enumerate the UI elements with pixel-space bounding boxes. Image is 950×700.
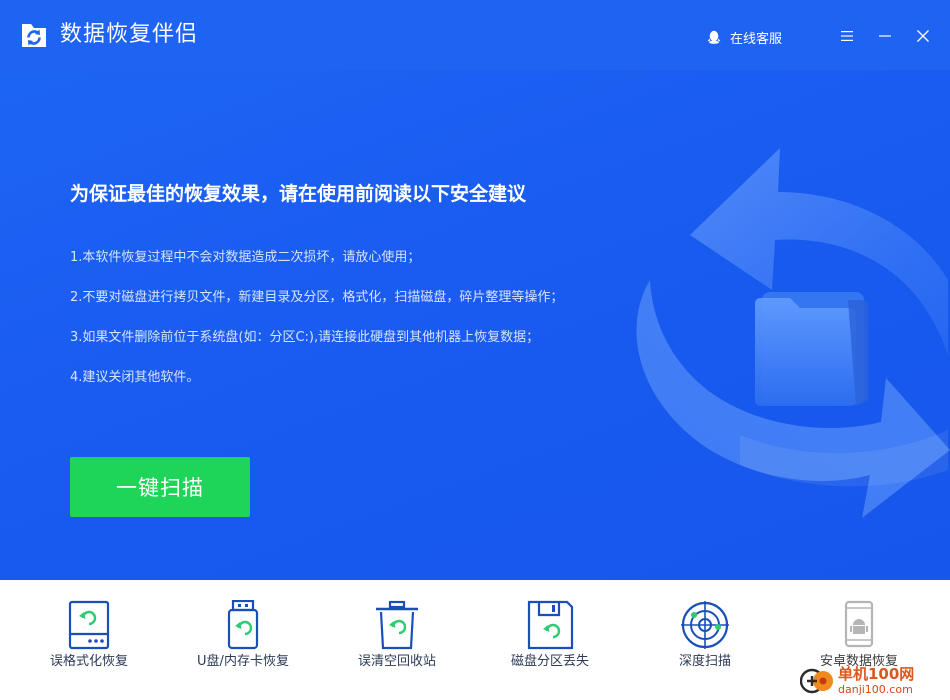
close-button[interactable] [911,24,935,48]
safety-tip: 2.不要对磁盘进行拷贝文件，新建目录及分区，格式化，扫描磁盘，碎片整理等操作； [70,290,564,305]
watermark-site-name: 单机100网 [838,665,915,683]
menu-button[interactable] [835,24,859,48]
online-support-label: 在线客服 [730,31,783,47]
online-support-button[interactable]: 在线客服 [706,26,782,48]
app-logo-icon [22,24,46,47]
qq-penguin-icon [707,30,721,44]
mode-recycle-bin-recovery-label: 误清空回收站 [357,654,436,669]
mode-usb-recovery[interactable]: U盘/内存卡恢复 [168,580,318,700]
hero-panel: 数据恢复伴侣 在线客服 为保证最佳的恢复效果，请在使用前阅读以下安全建议 1.本… [0,0,950,580]
safety-tip: 4.建议关闭其他软件。 [70,370,200,385]
one-click-scan-button[interactable]: 一键扫描 [70,457,250,517]
watermark-site-url: danji100.com [838,683,913,696]
safety-headline: 为保证最佳的恢复效果，请在使用前阅读以下安全建议 [70,183,527,205]
app-window: 数据恢复伴侣 在线客服 为保证最佳的恢复效果，请在使用前阅读以下安全建议 1.本… [0,0,950,700]
android-phone-icon [844,600,874,648]
safety-tips-list: 1.本软件恢复过程中不会对数据造成二次损坏，请放心使用； 2.不要对磁盘进行拷贝… [70,248,610,408]
watermark-text: 单机100网 danji100.com [838,665,915,697]
partition-floppy-icon [527,600,574,650]
recovery-folder-illustration [636,148,950,518]
radar-scan-icon [681,601,729,649]
mode-recycle-bin-recovery[interactable]: 误清空回收站 [322,580,472,700]
mode-format-recovery[interactable]: 误格式化恢复 [14,580,164,700]
mode-format-recovery-label: 误格式化恢复 [49,654,128,669]
mode-deep-scan-label: 深度扫描 [678,654,731,669]
safety-tip: 1.本软件恢复过程中不会对数据造成二次损坏，请放心使用； [70,250,421,265]
minimize-icon [879,35,891,37]
title-bar[interactable]: 数据恢复伴侣 在线客服 [0,0,950,70]
hamburger-icon [841,31,853,41]
formatted-drive-icon [68,600,110,650]
close-icon [917,30,929,42]
watermark-logo-icon [800,668,833,694]
mode-usb-recovery-label: U盘/内存卡恢复 [197,654,289,669]
minimize-button[interactable] [873,24,897,48]
mode-partition-recovery[interactable]: 磁盘分区丢失 [475,580,625,700]
app-title: 数据恢复伴侣 [60,22,199,47]
usb-drive-icon [227,600,259,650]
recycle-bin-icon [376,600,418,650]
mode-deep-scan[interactable]: 深度扫描 [630,580,780,700]
safety-tip: 3.如果文件删除前位于系统盘(如：分区C:),请连接此硬盘到其他机器上恢复数据； [70,330,540,345]
mode-partition-recovery-label: 磁盘分区丢失 [510,654,589,669]
site-watermark: 单机100网 danji100.com [800,662,950,700]
